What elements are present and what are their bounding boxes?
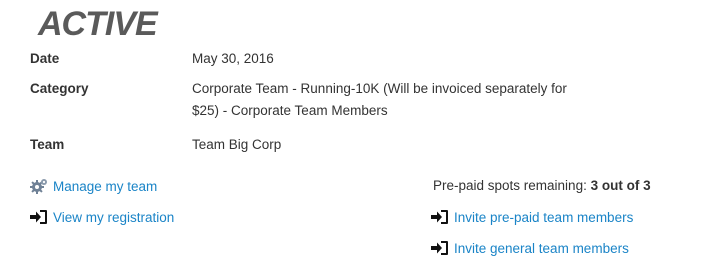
manage-team-label: Manage my team (53, 178, 158, 194)
date-value: May 30, 2016 (192, 51, 274, 66)
date-row: Date May 30, 2016 (30, 48, 672, 70)
active-logo: ACTIVE (38, 5, 158, 43)
view-registration-link[interactable]: View my registration (30, 209, 174, 225)
spots-prefix: Pre-paid spots remaining: (433, 178, 591, 193)
category-label: Category (30, 81, 89, 96)
invite-prepaid-label: Invite pre-paid team members (454, 209, 634, 225)
prepaid-spots-remaining: Pre-paid spots remaining: 3 out of 3 (433, 178, 651, 193)
invite-general-label: Invite general team members (454, 240, 629, 256)
sign-in-icon (431, 240, 449, 256)
category-value-line-2: $25) - Corporate Team Members (192, 103, 388, 118)
team-value: Team Big Corp (192, 137, 282, 152)
gear-icon (30, 178, 48, 194)
view-registration-label: View my registration (53, 209, 175, 225)
category-value-line-1: Corporate Team - Running-10K (Will be in… (192, 81, 567, 96)
invite-prepaid-members-link[interactable]: Invite pre-paid team members (431, 209, 633, 225)
date-label: Date (30, 51, 60, 66)
category-row: Category Corporate Team - Running-10K (W… (30, 78, 672, 122)
sign-in-icon (30, 209, 48, 225)
manage-team-link[interactable]: Manage my team (30, 178, 157, 194)
invite-general-members-link[interactable]: Invite general team members (431, 240, 629, 256)
team-row: Team Team Big Corp (30, 134, 672, 156)
spots-count: 3 out of 3 (590, 178, 651, 193)
category-value: Corporate Team - Running-10K (Will be in… (192, 78, 672, 122)
sign-in-icon (431, 209, 449, 225)
team-label: Team (30, 137, 65, 152)
